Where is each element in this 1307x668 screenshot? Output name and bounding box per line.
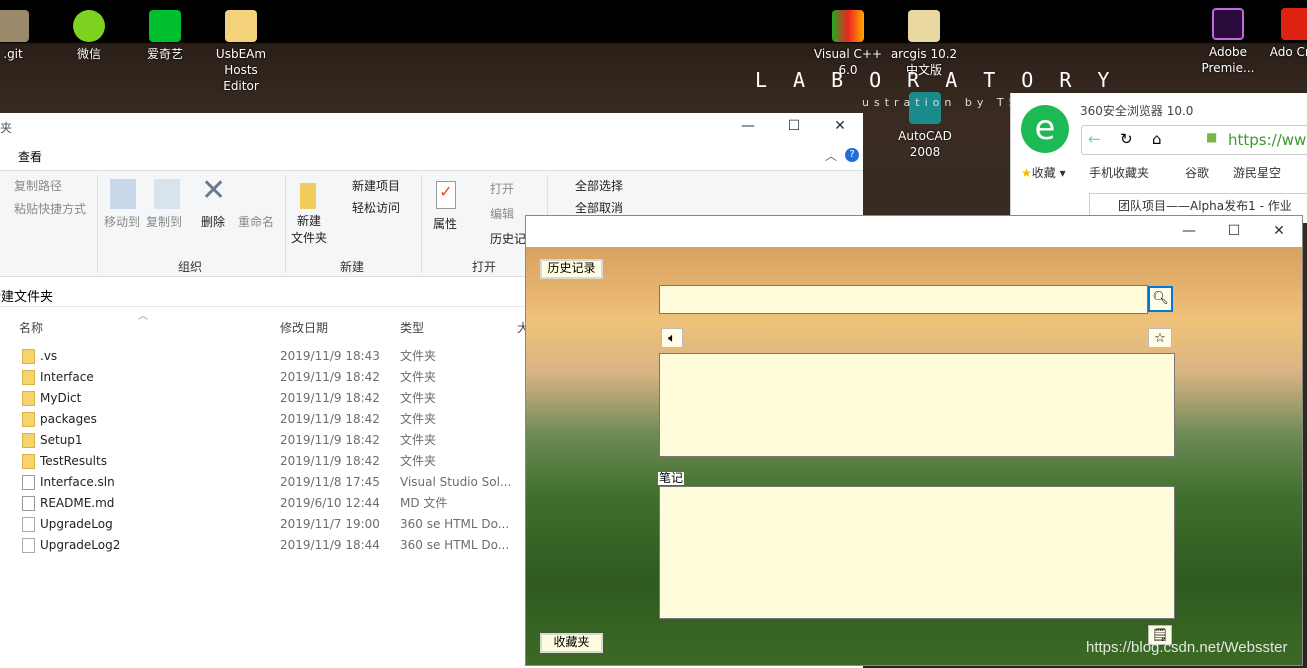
copy-to-button[interactable]: 复制到 — [146, 213, 182, 230]
history-button[interactable]: 历史记录 — [540, 259, 603, 279]
folder-icon — [22, 370, 35, 385]
home-icon[interactable]: ⌂ — [1152, 130, 1162, 148]
properties-icon: ✓ — [436, 181, 456, 209]
delete-button[interactable]: 删除 — [201, 213, 225, 230]
vs-solution-icon — [22, 475, 35, 490]
html-icon — [22, 517, 35, 532]
select-none-button[interactable]: 全部取消 — [575, 199, 623, 216]
file-row[interactable]: UpgradeLog 2019/11/7 19:00 360 se HTML Do.… — [0, 514, 520, 535]
rename-button[interactable]: 重命名 — [238, 213, 274, 230]
history-button[interactable]: 历史记 — [490, 230, 526, 247]
wallpaper-subtext: ustration by T5 — [862, 96, 1021, 109]
column-date[interactable]: 修改日期 — [280, 319, 328, 336]
app-minimize-button[interactable]: — — [1166, 218, 1212, 245]
desktop-icon-usbeam[interactable]: UsbEAm Hosts Editor — [206, 10, 276, 94]
file-row[interactable]: TestResults 2019/11/9 18:42 文件夹 — [0, 451, 520, 472]
close-button[interactable]: ✕ — [817, 113, 863, 140]
move-to-icon — [110, 179, 136, 209]
desktop-icon-adobe-cc[interactable]: Ado Crea — [1262, 8, 1307, 60]
bookmark-gamersky[interactable]: 游民星空 — [1233, 164, 1281, 181]
file-icon — [22, 496, 35, 511]
file-row[interactable]: Setup1 2019/11/9 18:42 文件夹 — [0, 430, 520, 451]
file-row[interactable]: .vs 2019/11/9 18:43 文件夹 — [0, 346, 520, 367]
copy-path-button[interactable]: 复制路径 — [14, 177, 62, 194]
app-title-bar: — ☐ ✕ — [526, 216, 1302, 247]
group-new-label: 新建 — [340, 260, 365, 274]
help-icon[interactable]: ? — [845, 148, 859, 162]
desktop-icon-premiere[interactable]: Adobe Premie... — [1193, 8, 1263, 76]
title-bar: 夹 — ☐ ✕ — [0, 113, 863, 140]
definition-textarea[interactable] — [659, 353, 1175, 457]
pronounce-button[interactable]: 🔈︎ — [661, 328, 683, 348]
address-bar[interactable]: 新建文件夹 — [0, 286, 53, 305]
select-all-button[interactable]: 全部选择 — [575, 177, 623, 194]
favorite-button[interactable]: ☆ — [1148, 328, 1172, 348]
new-item-button[interactable]: 新建项目 — [352, 177, 400, 194]
search-icon: 🔍︎ — [1152, 291, 1169, 306]
minimize-button[interactable]: — — [725, 113, 771, 140]
folder-icon — [22, 412, 35, 427]
folder-icon — [22, 349, 35, 364]
open-button[interactable]: 打开 — [490, 180, 514, 197]
file-row[interactable]: MyDict 2019/11/9 18:42 文件夹 — [0, 388, 520, 409]
notes-textarea[interactable] — [659, 486, 1175, 619]
file-row[interactable]: packages 2019/11/9 18:42 文件夹 — [0, 409, 520, 430]
desktop-icon-git[interactable]: .git — [0, 10, 48, 62]
column-type[interactable]: 类型 — [400, 319, 424, 336]
wallpaper-text: LABORATORY — [755, 68, 1136, 92]
copy-to-icon — [154, 179, 180, 209]
lock-icon: ■ — [1206, 130, 1218, 144]
desktop-icon-iqiyi[interactable]: 爱奇艺 — [130, 10, 200, 62]
reload-icon[interactable]: ↻ — [1120, 130, 1133, 148]
bookmark-mobile[interactable]: 手机收藏夹 — [1089, 164, 1149, 181]
url-field[interactable]: https://www — [1228, 131, 1307, 149]
tab-view[interactable]: 查看 — [18, 148, 42, 165]
folder-icon — [22, 391, 35, 406]
easy-access-button[interactable]: 轻松访问 — [352, 199, 400, 216]
app-maximize-button[interactable]: ☐ — [1211, 218, 1257, 245]
new-folder-button[interactable]: 新建 文件夹 — [291, 213, 327, 247]
group-open-label: 打开 — [472, 260, 497, 274]
browser-window: e 360安全浏览器 10.0 ← ↻ ⌂ ■ https://www ★收藏 … — [1010, 93, 1307, 223]
sort-ascending-icon: ︿ — [138, 311, 148, 322]
bookmark-google[interactable]: 谷歌 — [1185, 164, 1209, 181]
watermark: https://blog.csdn.net/Websster — [1086, 639, 1288, 656]
folder-icon — [22, 433, 35, 448]
star-icon: ☆ — [1154, 331, 1166, 346]
paste-shortcut-button[interactable]: 粘贴快捷方式 — [14, 200, 86, 217]
favorites-button[interactable]: 收藏夹 — [540, 633, 603, 653]
html-icon — [22, 538, 35, 553]
column-name[interactable]: 名称 — [19, 319, 43, 336]
bookmark-favorites[interactable]: ★收藏 ▾ — [1021, 164, 1066, 181]
move-to-button[interactable]: 移动到 — [104, 213, 140, 230]
folder-icon — [22, 454, 35, 469]
app-background: 历史记录 🔍︎ 🔈︎ ☆ 笔记 🗒︎ 收藏夹 https://blog.csdn… — [526, 247, 1302, 665]
file-row[interactable]: Interface 2019/11/9 18:42 文件夹 — [0, 367, 520, 388]
browser-title: 360安全浏览器 10.0 — [1080, 104, 1194, 118]
new-folder-icon — [300, 183, 316, 209]
notes-label: 笔记 — [658, 471, 685, 485]
app-close-button[interactable]: ✕ — [1256, 218, 1302, 245]
delete-icon: ✕ — [201, 173, 227, 208]
browser-tab[interactable]: 团队项目——Alpha发布1 - 作业 — [1089, 193, 1307, 215]
search-button[interactable]: 🔍︎ — [1148, 286, 1173, 312]
edit-button[interactable]: 编辑 — [490, 205, 514, 222]
desktop-icon-wechat[interactable]: 微信 — [54, 10, 124, 62]
collapse-ribbon-icon[interactable]: ︿ — [825, 147, 837, 164]
file-row[interactable]: Interface.sln 2019/11/8 17:45 Visual Studi… — [0, 472, 520, 493]
speaker-icon: 🔈︎ — [668, 331, 676, 346]
file-row[interactable]: README.md 2019/6/10 12:44 MD 文件 — [0, 493, 520, 514]
maximize-button[interactable]: ☐ — [771, 113, 817, 140]
browser-logo-icon: e — [1021, 105, 1069, 153]
file-row[interactable]: UpgradeLog2 2019/11/9 18:44 360 se HTML Do… — [0, 535, 520, 556]
properties-button[interactable]: 属性 — [433, 215, 457, 232]
dictionary-app-window: — ☐ ✕ 历史记录 🔍︎ 🔈︎ ☆ 笔记 🗒︎ 收藏夹 https://blo… — [525, 215, 1303, 666]
window-title: 夹 — [0, 121, 13, 135]
group-organize-label: 组织 — [178, 260, 203, 274]
search-input[interactable] — [659, 285, 1148, 314]
back-icon[interactable]: ← — [1088, 130, 1101, 148]
